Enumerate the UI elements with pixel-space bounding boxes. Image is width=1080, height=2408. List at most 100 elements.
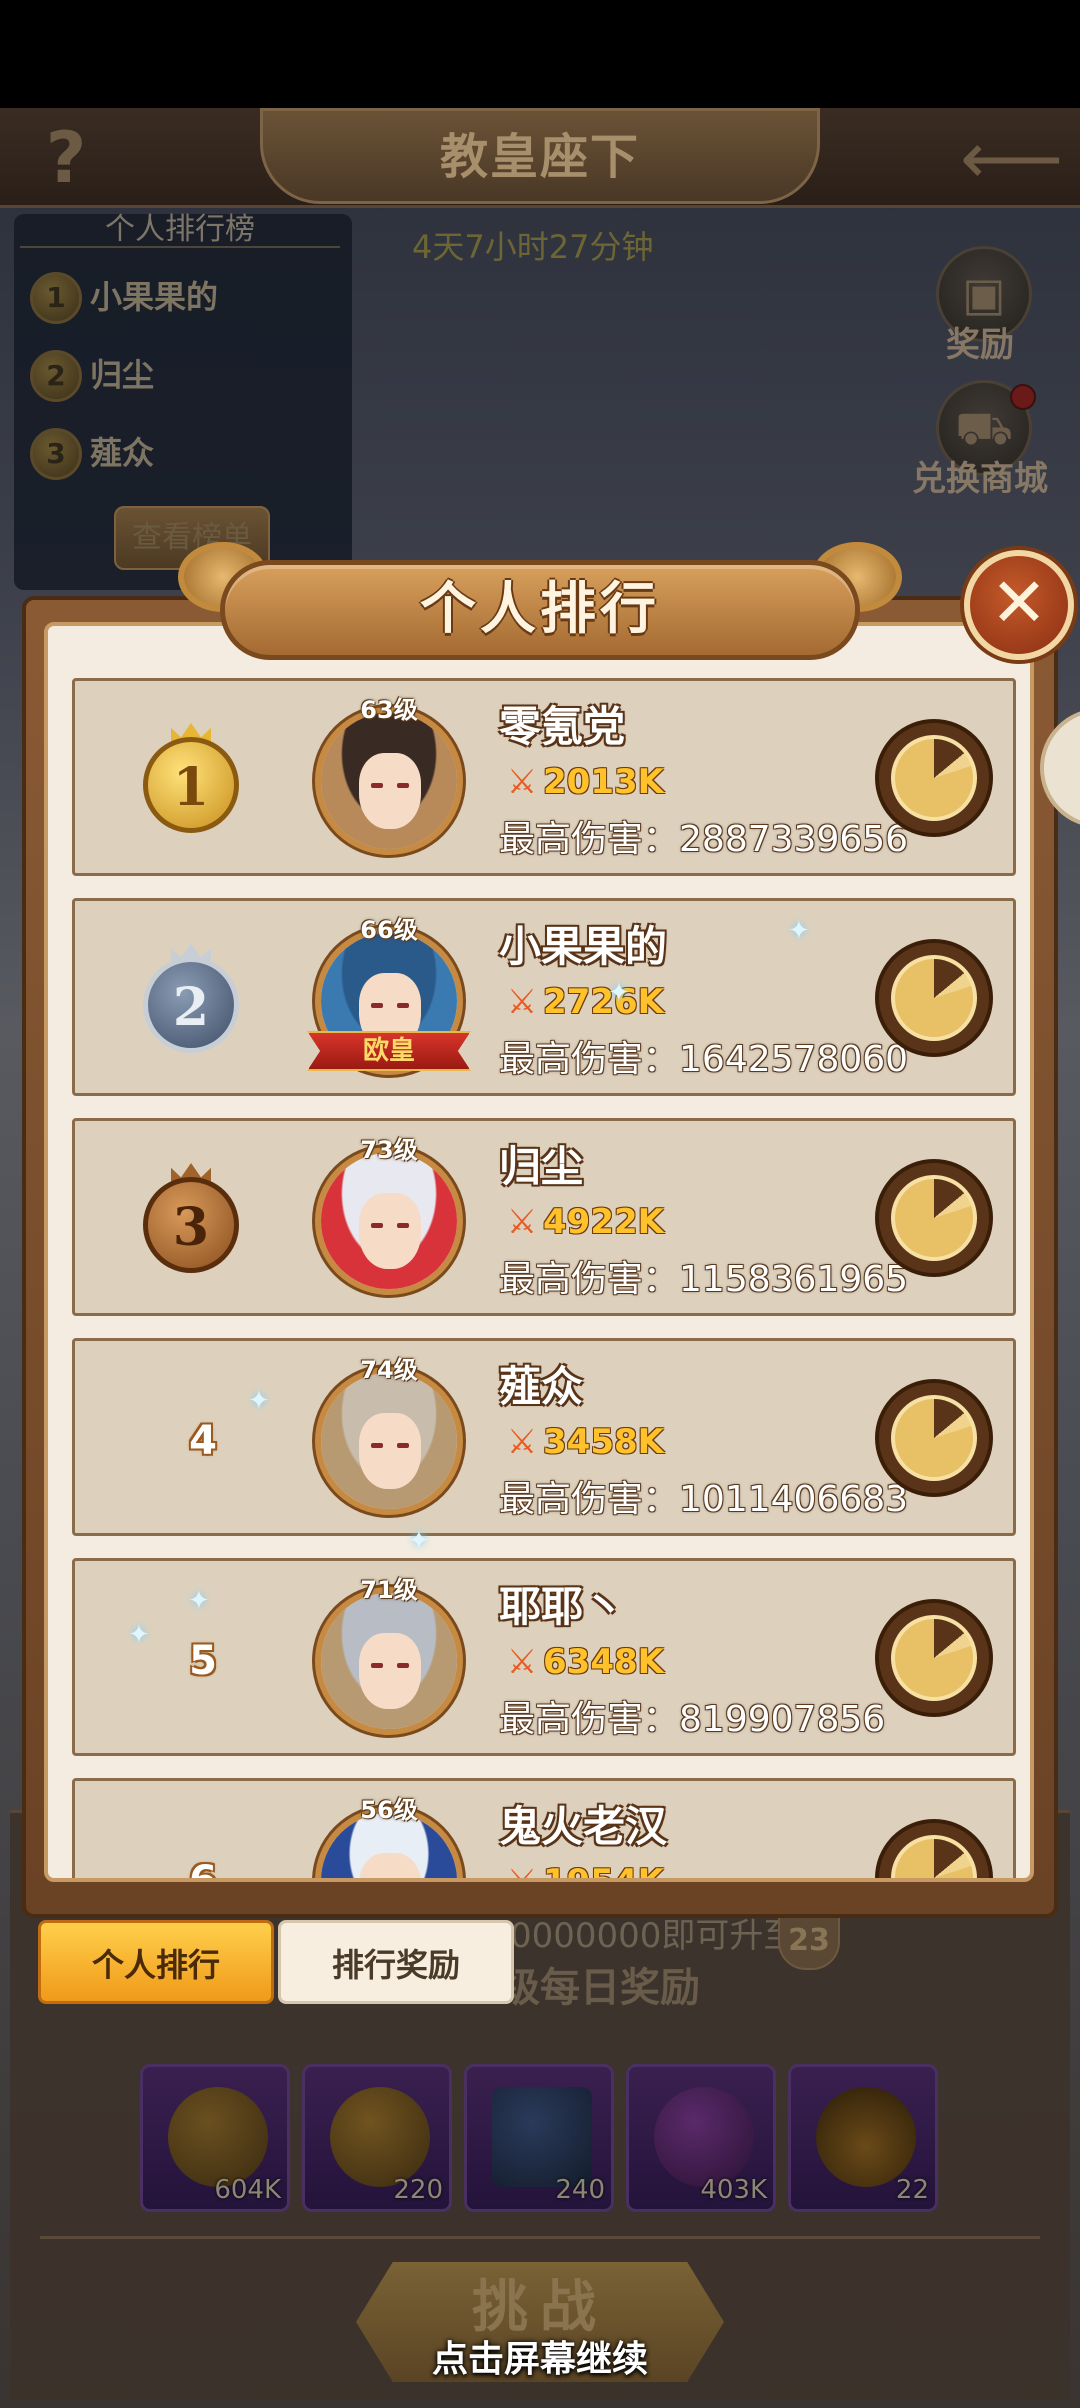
combat-power: 4922K (543, 1202, 664, 1242)
battle-stats-button[interactable] (875, 719, 993, 837)
rank-number: 2 (143, 957, 239, 1053)
mini-ranking-row: 3 薤众 (30, 424, 330, 482)
avatar[interactable] (315, 1147, 463, 1295)
avatar[interactable] (315, 707, 463, 855)
reward-item[interactable]: 240 (464, 2064, 614, 2212)
sparkle-effect: ✦ (608, 978, 630, 1008)
rank-number: 1 (143, 737, 239, 833)
max-damage-value: 1642578060 (679, 1039, 909, 1080)
pie-chart-icon (891, 955, 977, 1041)
close-button[interactable]: ✕ (964, 550, 1074, 660)
ranking-entry[interactable]: 2 66级 欧皇 小果果的 ⚔ 2726K 最高伤害：1642578060 (72, 898, 1016, 1096)
title-ribbon: 欧皇 (307, 1031, 471, 1071)
reward-quantity: 240 (555, 2175, 605, 2205)
gold-coin-icon (168, 2087, 268, 2187)
pie-chart-icon (891, 1175, 977, 1261)
player-name: 归尘 (499, 1142, 584, 1191)
daily-reward-heading: 级每日奖励 (500, 1965, 700, 2011)
help-icon[interactable]: ? (36, 120, 96, 196)
pie-chart-icon (891, 1835, 977, 1878)
avatar[interactable] (315, 1367, 463, 1515)
notification-dot (1010, 384, 1036, 410)
purple-orb-icon (654, 2087, 754, 2187)
sparkle-effect: ✦ (128, 1620, 150, 1650)
reward-item[interactable]: 604K (140, 2064, 290, 2212)
player-level: 56级 (360, 1796, 418, 1824)
combat-power: 1954K (543, 1862, 664, 1882)
pie-chart-icon (891, 1615, 977, 1701)
max-damage-label: 最高伤害： (499, 1039, 680, 1080)
avatar-face (359, 1633, 421, 1709)
ranking-entry[interactable]: 3 73级 归尘 ⚔ 4922K 最高伤害：1158361965 (72, 1118, 1016, 1316)
avatar[interactable] (315, 1587, 463, 1735)
pie-chart-icon (891, 1395, 977, 1481)
bronze-medal-icon: 3 (143, 1163, 239, 1275)
max-damage-label: 最高伤害： (499, 1259, 680, 1300)
page-title: 教皇座下 (439, 129, 640, 185)
reward-quantity: 220 (393, 2175, 443, 2205)
rank-number: 3 (143, 1177, 239, 1273)
reward-item[interactable]: 403K (626, 2064, 776, 2212)
avatar-face (359, 1413, 421, 1489)
mini-ranking-title: 个人排行榜 (20, 212, 340, 248)
reward-quantity: 22 (895, 2175, 929, 2205)
ranking-list[interactable]: 1 63级 零氪党 ⚔ 2013K 最高伤害：2887339656 2 66级 … (44, 622, 1034, 1882)
battle-stats-button[interactable] (875, 1599, 993, 1717)
status-bar (0, 0, 1080, 108)
player-level: 63级 (360, 696, 418, 724)
ranking-entry[interactable]: 5 71级 耶耶丶 ⚔ 6348K 最高伤害：819907856 (72, 1558, 1016, 1756)
gold-medal-icon: 1 (143, 723, 239, 835)
rank-number: 5 (189, 1638, 217, 1684)
player-level: 74级 (360, 1356, 418, 1384)
tap-to-continue-hint[interactable]: 点击屏幕继续 (340, 2330, 740, 2390)
combat-power: 2726K (543, 982, 664, 1022)
crossed-swords-icon: ⚔ (506, 1642, 538, 1682)
max-damage-label: 最高伤害： (499, 1479, 680, 1520)
player-name: 零氪党 (499, 702, 626, 751)
exchange-shop-button[interactable]: ⛟ 兑换商城 (910, 380, 1050, 520)
reward-item[interactable]: 22 (788, 2064, 938, 2212)
ranking-entry[interactable]: 6 56级 鬼火老汉 ⚔ 1954K (72, 1778, 1016, 1882)
gourd-icon (816, 2087, 916, 2187)
reward-quantity: 403K (700, 2175, 767, 2205)
rank-number: 6 (189, 1858, 217, 1882)
avatar-face (359, 753, 421, 829)
battle-stats-button[interactable] (875, 1159, 993, 1277)
back-arrow-icon[interactable]: ⟵ (960, 120, 1063, 196)
player-name: 鬼火老汉 (499, 1802, 668, 1851)
rank-medal-icon: 2 (30, 350, 82, 402)
mini-ranking-name: 归尘 (90, 356, 155, 394)
crossed-swords-icon: ⚔ (506, 982, 538, 1022)
modal-title: 个人排行 (420, 577, 660, 642)
player-name: 小果果的 (499, 922, 668, 971)
crossed-swords-icon: ⚔ (506, 1862, 538, 1882)
sparkle-effect: ✦ (188, 1586, 210, 1616)
ranking-entry[interactable]: 4 74级 薤众 ⚔ 3458K 最高伤害：1011406683 (72, 1338, 1016, 1536)
sparkle-effect: ✦ (248, 1386, 270, 1416)
battle-stats-button[interactable] (875, 939, 993, 1057)
max-damage-value: 1158361965 (679, 1259, 909, 1300)
avatar-face (359, 1193, 421, 1269)
combat-power: 6348K (543, 1642, 664, 1682)
divider (40, 2236, 1040, 2239)
pie-chart-icon (891, 735, 977, 821)
reward-quantity: 604K (214, 2175, 281, 2205)
max-damage-label: 最高伤害： (499, 1699, 680, 1740)
combat-power: 2013K (543, 762, 664, 802)
gold-ingot-icon (330, 2087, 430, 2187)
scroll-icon (492, 2087, 592, 2187)
ranking-entry[interactable]: 1 63级 零氪党 ⚔ 2013K 最高伤害：2887339656 (72, 678, 1016, 876)
reward-button[interactable]: ▣ 奖励 (910, 246, 1050, 386)
combat-power: 3458K (543, 1422, 664, 1462)
mini-ranking-name: 薤众 (90, 434, 155, 472)
rank-medal-icon: 3 (30, 428, 82, 480)
crossed-swords-icon: ⚔ (506, 1202, 538, 1242)
reward-item[interactable]: 220 (302, 2064, 452, 2212)
player-level: 73级 (360, 1136, 418, 1164)
event-countdown: 4天7小时27分钟 (412, 228, 654, 266)
crossed-swords-icon: ⚔ (506, 1422, 538, 1462)
mini-ranking-row: 2 归尘 (30, 346, 330, 404)
tab-personal-ranking[interactable]: 个人排行 (38, 1920, 274, 2004)
tab-ranking-rewards[interactable]: 排行奖励 (278, 1920, 514, 2004)
battle-stats-button[interactable] (875, 1379, 993, 1497)
